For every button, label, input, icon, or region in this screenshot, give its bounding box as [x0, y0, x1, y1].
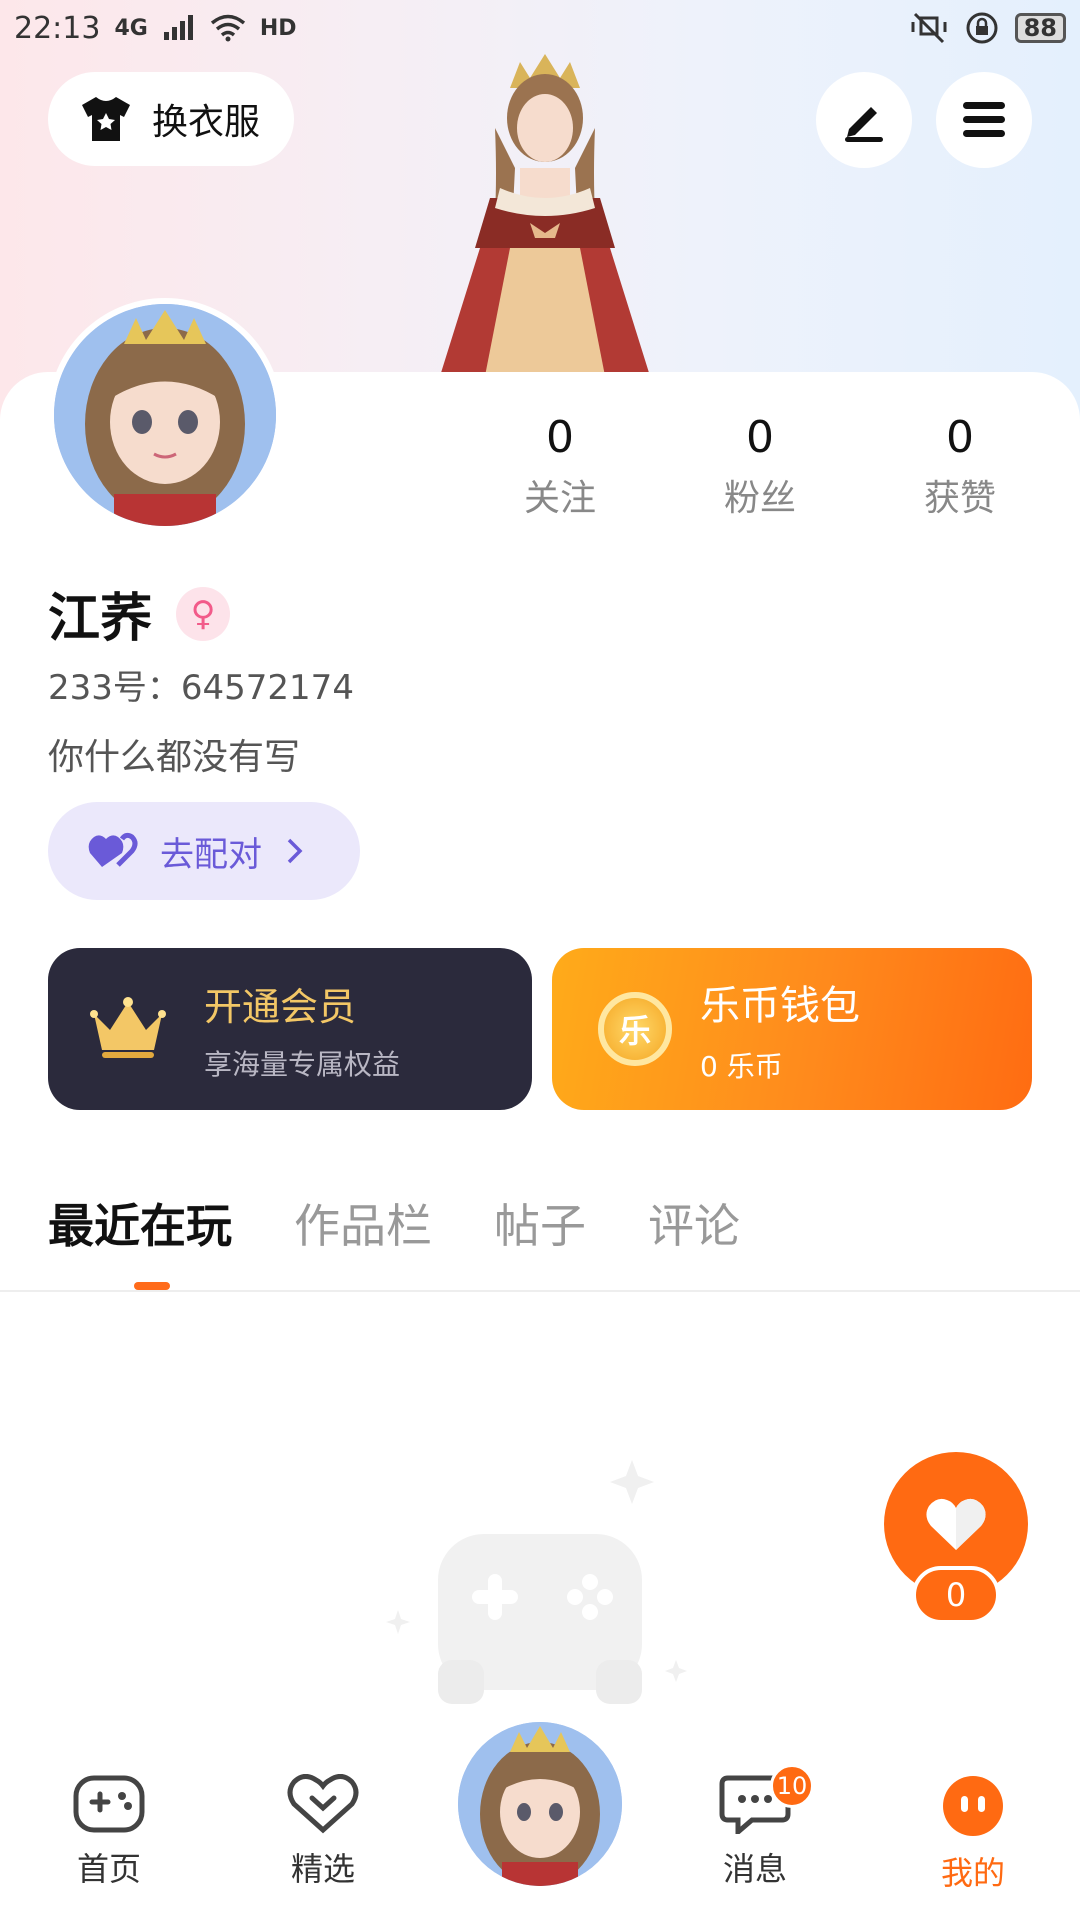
match-button[interactable]: 去配对 [48, 802, 360, 900]
vibrate-mute-icon [911, 12, 947, 44]
profile-stats: 0 关注 0 粉丝 0 获赞 [480, 412, 1040, 521]
vip-membership-card[interactable]: 开通会员 享海量专属权益 [48, 948, 532, 1110]
nav-home[interactable]: 首页 [44, 1774, 174, 1890]
nav-center-avatar[interactable] [452, 1716, 628, 1892]
profile-face-icon [943, 1776, 1003, 1836]
stat-fans-count: 0 [746, 412, 774, 463]
hamburger-menu-icon [963, 102, 1005, 137]
wifi-icon [210, 14, 245, 42]
stat-following[interactable]: 0 关注 [480, 412, 640, 521]
nav-messages-label: 消息 [722, 1850, 787, 1888]
profile-bio[interactable]: 你什么都没有写 [48, 728, 300, 780]
coin-wallet-card[interactable]: 乐 乐币钱包 0 乐币 [552, 948, 1032, 1110]
nav-profile[interactable]: 我的 [908, 1774, 1038, 1894]
messages-unread-badge: 10 [770, 1764, 814, 1808]
stat-likes[interactable]: 0 获赞 [880, 412, 1040, 521]
chevron-right-icon [287, 838, 303, 864]
wallet-balance: 0 乐币 [700, 1050, 783, 1083]
tab-divider [0, 1290, 1080, 1292]
stat-likes-label: 获赞 [923, 478, 996, 519]
vip-title: 开通会员 [204, 984, 357, 1029]
empty-gamepad-illustration [386, 1460, 687, 1704]
profile-avatar[interactable] [48, 298, 282, 532]
change-outfit-button[interactable]: 换衣服 [48, 72, 294, 166]
nav-home-label: 首页 [76, 1850, 141, 1888]
stat-likes-count: 0 [946, 412, 974, 463]
pen-icon [845, 107, 883, 142]
double-heart-icon [88, 832, 138, 867]
status-time: 22:13 [14, 10, 101, 46]
signal-icon [163, 15, 193, 40]
nav-avatar-image [458, 1722, 622, 1886]
avatar-portrait-image [54, 304, 276, 526]
tshirt-icon [82, 97, 130, 141]
stat-fans[interactable]: 0 粉丝 [680, 412, 840, 521]
heart-icon [926, 1498, 986, 1550]
gamepad-icon [73, 1775, 145, 1833]
stat-following-label: 关注 [523, 478, 596, 519]
tab-recently-played[interactable]: 最近在玩 [48, 1190, 232, 1256]
like-count-badge: 0 [912, 1566, 1000, 1624]
menu-button[interactable] [936, 72, 1032, 168]
battery-indicator: 88 [1014, 13, 1066, 43]
crown-icon [90, 997, 166, 1058]
heart-chevron-icon [287, 1774, 359, 1834]
match-button-label: 去配对 [160, 834, 262, 875]
nav-featured[interactable]: 精选 [258, 1774, 388, 1890]
profile-tabs: 最近在玩 作品栏 帖子 评论 [48, 1190, 740, 1256]
change-outfit-label: 换衣服 [152, 102, 261, 143]
wallet-title: 乐币钱包 [700, 983, 860, 1029]
profile-uid[interactable]: 233号：64572174 [48, 660, 354, 709]
hd-indicator: HD [259, 15, 297, 41]
network-type: 4G [114, 15, 148, 41]
female-icon: ♀ [176, 586, 231, 641]
nav-featured-label: 精选 [290, 1850, 355, 1888]
profile-name-row: 江荞 ♀ [48, 576, 231, 651]
stat-fans-label: 粉丝 [723, 478, 796, 519]
profile-name: 江荞 [48, 589, 153, 649]
rotation-lock-icon [966, 12, 998, 44]
tab-comments[interactable]: 评论 [648, 1190, 740, 1256]
active-tab-indicator [134, 1282, 170, 1290]
stat-following-count: 0 [546, 412, 574, 463]
edit-profile-button[interactable] [816, 72, 912, 168]
vip-subtitle: 享海量专属权益 [204, 1047, 401, 1081]
avatar-3d-figure[interactable] [400, 48, 690, 376]
tab-works[interactable]: 作品栏 [294, 1190, 432, 1256]
nav-profile-label: 我的 [940, 1854, 1005, 1892]
coin-icon: 乐 [598, 992, 672, 1066]
tab-posts[interactable]: 帖子 [494, 1190, 586, 1256]
